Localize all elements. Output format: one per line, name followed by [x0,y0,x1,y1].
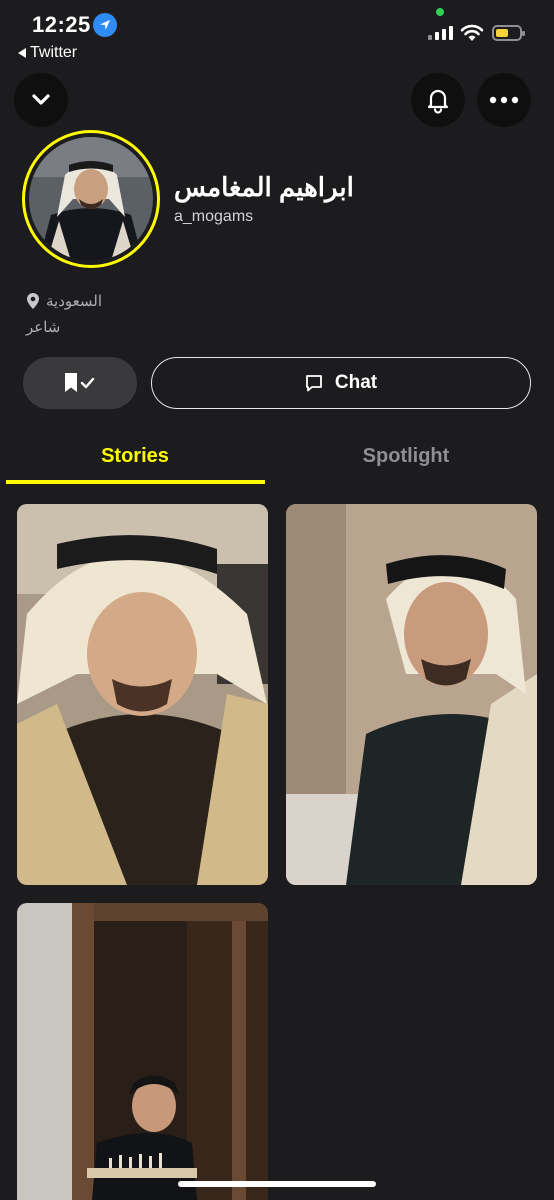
status-time: 12:25 [32,12,91,37]
wifi-icon [460,24,484,47]
tab-stories[interactable]: Stories [6,436,264,476]
chevron-down-icon [32,94,50,105]
chat-button-label: Chat [334,372,378,393]
story-thumbnail-image [17,903,268,1200]
bio-text: شاعر [26,319,61,336]
more-dots-icon [489,96,519,104]
story-tile[interactable] [17,903,268,1200]
display-name: ابراهيم المغامس [174,172,354,202]
camera-indicator-dot [436,8,444,16]
bookmark-check-icon [65,373,95,392]
home-indicator[interactable] [178,1181,376,1187]
back-app-label: Twitter [30,44,78,61]
tab-spotlight[interactable]: Spotlight [277,436,535,476]
more-options-button[interactable] [477,73,531,127]
story-thumbnail-image [17,504,268,885]
cellular-signal-icon [428,26,453,40]
location-pin-icon [27,293,39,309]
notifications-button[interactable] [411,73,465,127]
username: a_mogams [174,208,254,225]
battery-icon [492,25,525,41]
location-services-icon [93,13,117,37]
location-text: السعودية [46,293,103,310]
profile-avatar-ring[interactable] [22,130,160,268]
chat-bubble-icon [305,375,322,392]
story-tile[interactable] [17,504,268,885]
story-tile[interactable] [286,504,537,885]
chat-button[interactable]: Chat [151,357,531,409]
saved-to-contacts-button[interactable] [23,357,137,409]
active-tab-indicator [6,480,265,484]
back-arrow-icon [18,48,26,58]
back-to-app-link[interactable]: Twitter [18,44,77,62]
story-thumbnail-image [286,504,537,885]
location-row: السعودية [26,292,102,310]
collapse-button[interactable] [14,73,68,127]
bell-icon [427,89,449,114]
avatar [29,137,153,261]
